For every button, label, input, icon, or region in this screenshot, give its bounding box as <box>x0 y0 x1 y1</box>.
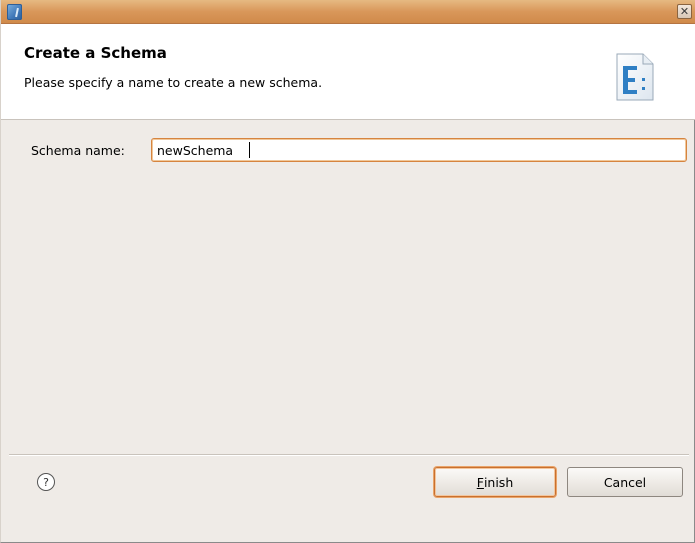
finish-mnemonic: F <box>476 474 484 490</box>
eclipse-app-icon <box>7 4 22 20</box>
wizard-banner: Create a Schema Please specify a name to… <box>1 24 695 120</box>
text-caret <box>249 142 250 158</box>
cancel-button[interactable]: Cancel <box>567 467 683 497</box>
schema-wizard-icon <box>616 53 654 101</box>
page-description: Please specify a name to create a new sc… <box>24 75 323 90</box>
close-button[interactable]: ✕ <box>677 4 692 19</box>
create-schema-dialog: ✕ Create a Schema Please specify a name … <box>0 0 695 543</box>
finish-button[interactable]: Finish <box>434 467 556 497</box>
schema-name-input[interactable] <box>151 138 687 162</box>
footer-separator <box>9 454 689 456</box>
title-bar[interactable]: ✕ <box>1 0 695 24</box>
schema-name-label: Schema name: <box>31 143 125 158</box>
help-icon: ? <box>43 475 49 489</box>
page-title: Create a Schema <box>24 44 167 62</box>
finish-label: inish <box>483 474 514 490</box>
cancel-label: Cancel <box>603 474 647 490</box>
close-icon: ✕ <box>679 5 690 18</box>
help-button[interactable]: ? <box>37 473 55 491</box>
